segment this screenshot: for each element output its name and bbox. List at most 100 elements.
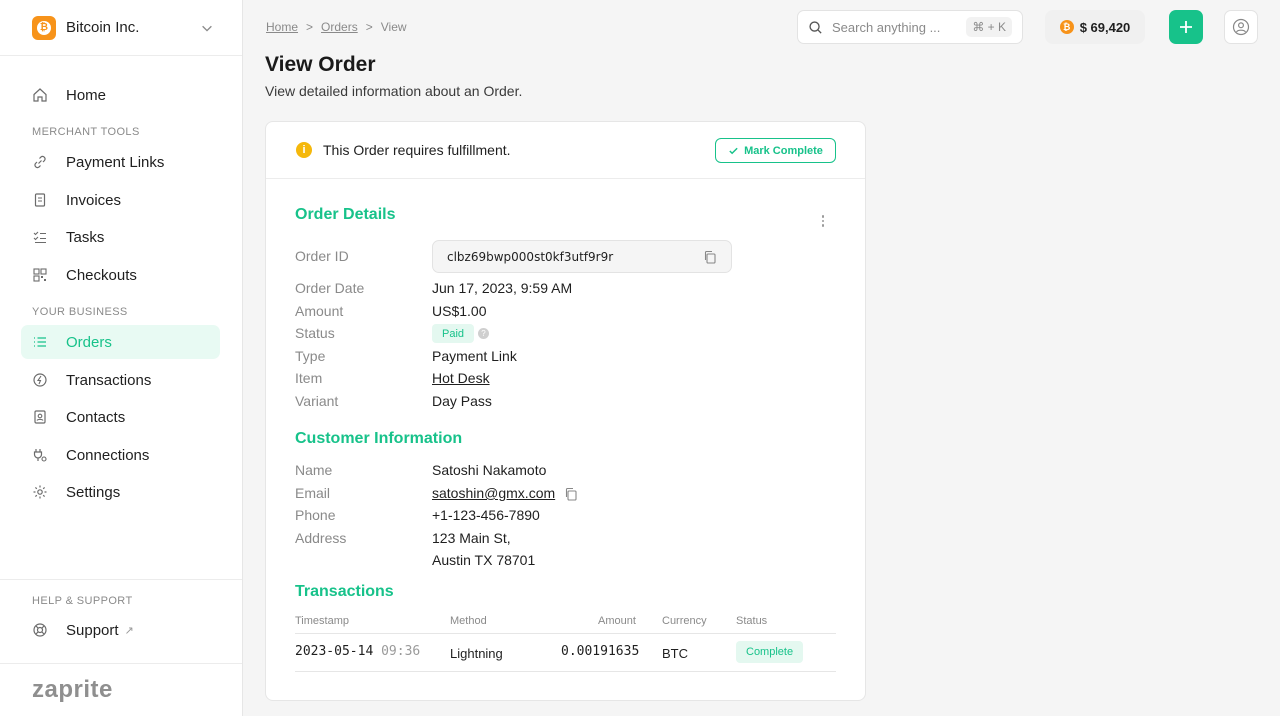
- sidebar-item-label: Transactions: [66, 371, 152, 389]
- sidebar-item-label: Settings: [66, 483, 121, 501]
- amount-label: Amount: [295, 303, 344, 319]
- sidebar-item-transactions[interactable]: Transactions: [21, 363, 220, 397]
- sidebar-item-label: Contacts: [66, 408, 126, 426]
- org-switcher[interactable]: ₿ Bitcoin Inc.: [0, 0, 242, 56]
- check-icon: [729, 147, 738, 155]
- item-link[interactable]: Hot Desk: [432, 370, 490, 386]
- bitcoin-logo-icon: ₿: [32, 15, 56, 40]
- transaction-currency: BTC: [662, 646, 688, 661]
- link-icon: [32, 154, 48, 170]
- sidebar-item-orders[interactable]: Orders: [21, 325, 220, 359]
- sidebar-item-label: Tasks: [66, 228, 105, 246]
- mark-complete-button[interactable]: Mark Complete: [715, 138, 836, 163]
- column-header-currency: Currency: [662, 615, 707, 627]
- transaction-timestamp: 2023-05-14 09:36: [295, 644, 420, 659]
- transactions-title: Transactions: [295, 583, 394, 600]
- help-icon[interactable]: ?: [478, 328, 489, 339]
- alert-text: This Order requires fulfillment.: [323, 142, 511, 158]
- section-label-merchant: Merchant Tools: [32, 126, 140, 138]
- copy-icon[interactable]: [703, 250, 717, 264]
- checklist-icon: [32, 229, 48, 245]
- order-id-value: clbz69bwp000st0kf3utf9r9r: [447, 249, 614, 264]
- order-id-field: clbz69bwp000st0kf3utf9r9r: [432, 240, 732, 273]
- email-label: Email: [295, 485, 331, 501]
- sidebar-item-tasks[interactable]: Tasks: [21, 220, 220, 254]
- address-label: Address: [295, 530, 347, 546]
- customer-info-title: Customer Information: [295, 430, 463, 447]
- amount-value: US$1.00: [432, 303, 487, 319]
- sidebar-item-connections[interactable]: Connections: [21, 438, 220, 472]
- type-label: Type: [295, 348, 326, 364]
- sidebar-item-label: Support: [66, 621, 119, 639]
- section-label-business: Your Business: [32, 306, 128, 318]
- search-bar[interactable]: ⌘ + K: [797, 10, 1023, 44]
- search-input[interactable]: [832, 19, 962, 35]
- sidebar-item-settings[interactable]: Settings: [21, 475, 220, 509]
- breadcrumb: Home > Orders > View: [266, 20, 407, 34]
- sidebar-divider: [0, 579, 242, 580]
- name-label: Name: [295, 462, 333, 478]
- sidebar-item-contacts[interactable]: Contacts: [21, 400, 220, 434]
- lightning-circle-icon: [32, 372, 48, 388]
- order-card: i This Order requires fulfillment. Mark …: [265, 121, 866, 701]
- customer-phone: +1-123-456-7890: [432, 507, 540, 523]
- transaction-status-badge: Complete: [736, 641, 804, 663]
- type-value: Payment Link: [432, 348, 517, 364]
- sidebar-item-label: Invoices: [66, 191, 122, 209]
- sidebar-item-label: Payment Links: [66, 153, 165, 171]
- breadcrumb-current: View: [380, 20, 407, 34]
- variant-label: Variant: [295, 393, 339, 409]
- column-header-amount: Amount: [598, 615, 636, 627]
- sidebar-item-label: Connections: [66, 446, 150, 464]
- search-icon: [809, 20, 822, 34]
- gear-icon: [32, 484, 48, 500]
- balance-badge[interactable]: ₿ $ 69,420: [1045, 10, 1145, 44]
- status-badge: Paid: [432, 324, 475, 343]
- invoice-icon: [32, 192, 48, 208]
- transaction-method: Lightning: [450, 646, 503, 661]
- external-link-icon: ↗: [124, 624, 134, 637]
- order-id-label: Order ID: [295, 248, 349, 264]
- more-options-icon[interactable]: [816, 212, 830, 230]
- fulfillment-alert: i This Order requires fulfillment. Mark …: [266, 122, 865, 179]
- balance-value: $ 69,420: [1079, 19, 1131, 35]
- sidebar-item-payment-links[interactable]: Payment Links: [21, 145, 220, 179]
- breadcrumb-orders[interactable]: Orders: [321, 20, 358, 34]
- search-shortcut: ⌘ + K: [966, 17, 1012, 37]
- status-label: Status: [295, 325, 335, 341]
- sidebar-divider: [0, 663, 242, 664]
- order-details-title: Order Details: [295, 206, 396, 223]
- column-header-timestamp: Timestamp: [295, 615, 349, 627]
- copy-icon[interactable]: [564, 487, 578, 501]
- phone-label: Phone: [295, 507, 336, 523]
- transaction-date: 2023-05-14: [295, 644, 374, 659]
- transaction-time: 09:36: [381, 644, 421, 659]
- sidebar-item-support[interactable]: Support ↗: [21, 613, 220, 647]
- lifebuoy-icon: [32, 622, 48, 638]
- customer-name: Satoshi Nakamoto: [432, 462, 547, 478]
- variant-value: Day Pass: [432, 393, 492, 409]
- profile-button[interactable]: [1224, 10, 1258, 44]
- column-header-status: Status: [736, 615, 768, 627]
- brand-logo: zaprite: [32, 676, 113, 703]
- sidebar-item-checkouts[interactable]: Checkouts: [21, 258, 220, 292]
- plug-icon: [32, 447, 48, 463]
- transaction-amount: 0.00191635: [561, 644, 640, 659]
- sidebar-item-home[interactable]: Home: [21, 78, 220, 112]
- add-button[interactable]: [1169, 10, 1203, 44]
- sidebar-item-invoices[interactable]: Invoices: [21, 183, 220, 217]
- customer-email-link[interactable]: satoshin@gmx.com: [432, 485, 555, 501]
- address-line-2: Austin TX 78701: [432, 552, 536, 568]
- breadcrumb-separator: >: [306, 20, 314, 34]
- order-date-value: Jun 17, 2023, 9:59 AM: [432, 280, 573, 296]
- breadcrumb-home[interactable]: Home: [266, 20, 298, 34]
- bitcoin-icon: ₿: [1059, 20, 1074, 34]
- sidebar-item-label: Home: [66, 86, 107, 104]
- org-name: Bitcoin Inc.: [66, 19, 140, 36]
- contact-card-icon: [32, 409, 48, 425]
- column-header-method: Method: [450, 615, 487, 627]
- info-warning-icon: i: [296, 142, 312, 158]
- chevron-down-icon: [202, 25, 212, 32]
- table-divider: [295, 633, 836, 634]
- list-icon: [32, 334, 48, 350]
